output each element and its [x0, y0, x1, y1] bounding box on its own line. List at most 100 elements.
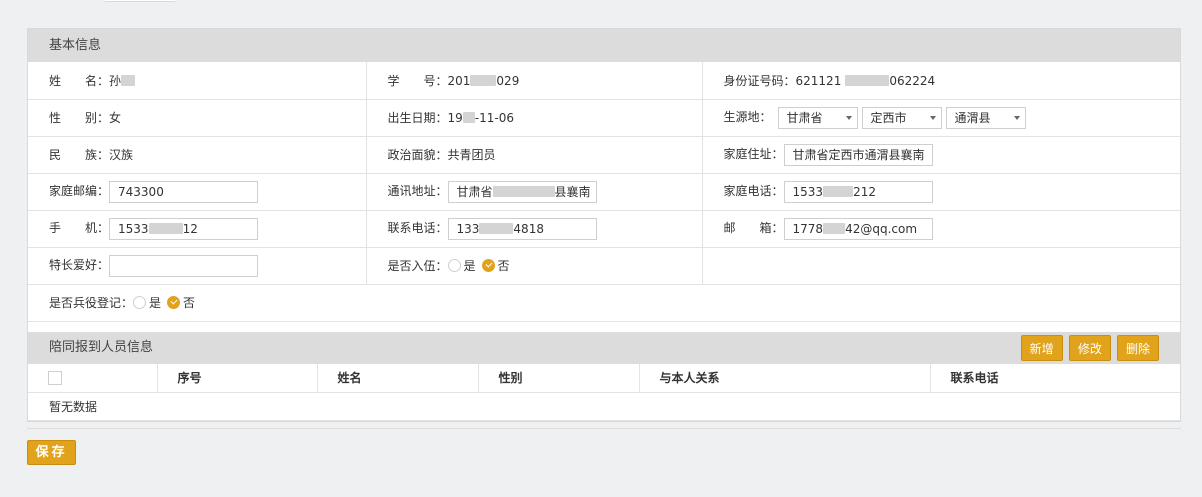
mobile-input[interactable]: 1533 12: [109, 217, 259, 240]
gender-label: 性 别：: [49, 111, 110, 125]
contact-phone-input[interactable]: 133 4818: [447, 217, 597, 240]
military-reg-no-radio[interactable]: [167, 296, 181, 309]
home-address-cell: 家庭住址： 甘肃省定西市通渭县襄南: [702, 136, 1182, 174]
id-card-prefix: 621121: [795, 73, 842, 88]
basic-info-header: 基本信息: [28, 29, 1180, 62]
home-address-label: 家庭住址：: [723, 147, 784, 161]
name-value: 孙: [109, 73, 122, 88]
companions-title: 陪同报到人员信息: [49, 339, 154, 355]
origin-label: 生源地：: [723, 110, 772, 124]
name-label: 姓 名：: [49, 73, 110, 88]
county-select[interactable]: 通渭县: [945, 106, 1026, 129]
enlisted-cell: 是否入伍： 是 否: [366, 247, 703, 285]
student-id-suffix: 029: [496, 73, 520, 88]
city-select[interactable]: 定西市: [861, 106, 942, 129]
birth-label: 出生日期：: [387, 111, 448, 125]
hobby-input[interactable]: [109, 254, 259, 277]
companions-header: 陪同报到人员信息 新增 修改 删除: [28, 331, 1180, 364]
edit-button[interactable]: 修改: [1068, 334, 1111, 361]
column-header[interactable]: 联系电话: [930, 363, 1182, 393]
military-reg-label: 是否兵役登记：: [49, 296, 134, 310]
home-phone-label: 家庭电话：: [723, 184, 784, 198]
gender-value: 女: [109, 111, 122, 125]
contact-phone-prefix: 133: [456, 221, 480, 236]
student-info-panel: 基本信息 姓 名：孙 学 号：201 029 身份证号码：621121 062224…: [27, 28, 1182, 422]
province-select[interactable]: 甘肃省: [777, 106, 858, 129]
military-reg-cell: 是否兵役登记： 是 否: [28, 284, 1182, 322]
mobile-cell: 手 机： 1533 12: [28, 210, 367, 248]
column-header[interactable]: 姓名: [317, 363, 479, 393]
province-select-value: 甘肃省: [786, 110, 823, 125]
delete-button[interactable]: 删除: [1116, 334, 1159, 361]
save-button[interactable]: 保存: [27, 440, 76, 465]
city-select-value: 定西市: [870, 110, 907, 125]
mail-address-label: 通讯地址：: [387, 184, 448, 198]
enlisted-label: 是否入伍：: [387, 259, 448, 273]
companions-table: 序号 姓名 性别 与本人关系 联系电话 暂无数据: [28, 363, 1182, 421]
military-reg-yes-radio[interactable]: [133, 296, 147, 309]
basic-info-table: 姓 名：孙 学 号：201 029 身份证号码：621121 062224 性 别：…: [28, 62, 1182, 322]
gender-cell: 性 别：女: [28, 99, 367, 137]
chevron-down-icon: [929, 115, 936, 120]
redaction-mask: [121, 74, 136, 86]
id-card-label: 身份证号码：: [723, 73, 796, 88]
empty-cell: [702, 247, 1182, 285]
political-value: 共青团员: [447, 148, 496, 162]
add-button[interactable]: 新增: [1020, 334, 1063, 361]
select-all-checkbox[interactable]: [48, 371, 62, 385]
email-suffix: 42@qq.com: [845, 221, 918, 236]
home-phone-input[interactable]: 1533 212: [783, 180, 933, 203]
ethnicity-cell: 民 族：汉族: [28, 136, 367, 174]
chevron-down-icon: [845, 115, 852, 120]
political-label: 政治面貌：: [387, 148, 448, 162]
origin-cell: 生源地： 甘肃省 定西市 通渭县: [702, 99, 1182, 137]
redaction-mask: [148, 222, 183, 234]
birth-suffix: -11-06: [474, 111, 514, 125]
email-label: 邮 箱：: [723, 221, 784, 235]
mail-address-input[interactable]: 甘肃省 县襄南: [447, 180, 597, 203]
birth-prefix: 19: [447, 111, 463, 125]
postcode-input[interactable]: 743300: [109, 180, 259, 203]
top-tab-stub: [105, 0, 175, 2]
redaction-mask: [823, 185, 854, 197]
enlisted-yes-radio[interactable]: [447, 259, 461, 272]
companions-actions: 新增 修改 删除: [1019, 334, 1159, 361]
email-cell: 邮 箱： 1778 42@qq.com: [702, 210, 1182, 248]
enlisted-no-radio[interactable]: [481, 259, 495, 272]
column-header[interactable]: 序号: [157, 363, 318, 393]
email-input[interactable]: 1778 42@qq.com: [783, 217, 933, 240]
postcode-cell: 家庭邮编： 743300: [28, 173, 367, 211]
enlisted-no-label: 否: [497, 259, 510, 273]
select-all-cell: [28, 363, 158, 393]
column-header[interactable]: 与本人关系: [639, 363, 931, 393]
ethnicity-value: 汉族: [109, 148, 134, 162]
mobile-suffix: 12: [182, 221, 198, 236]
companions-table-header: 序号 姓名 性别 与本人关系 联系电话: [28, 363, 1182, 393]
mobile-label: 手 机：: [49, 221, 110, 235]
redaction-mask: [479, 222, 514, 234]
enlisted-yes-label: 是: [463, 259, 476, 273]
mail-address-suffix: 县襄南: [554, 184, 591, 199]
contact-phone-label: 联系电话：: [387, 221, 448, 235]
divider: [27, 428, 1181, 429]
hobby-label: 特长爱好：: [49, 258, 110, 272]
id-card-cell: 身份证号码：621121 062224: [702, 62, 1182, 100]
county-select-value: 通渭县: [954, 110, 991, 125]
redaction-mask: [470, 74, 497, 86]
redaction-mask: [492, 185, 555, 197]
empty-row: 暂无数据: [28, 392, 1182, 421]
military-reg-no-label: 否: [183, 296, 196, 310]
name-cell: 姓 名：孙: [28, 62, 367, 100]
student-id-cell: 学 号：201 029: [366, 62, 703, 100]
ethnicity-label: 民 族：: [49, 148, 110, 162]
military-reg-yes-label: 是: [149, 296, 162, 310]
birth-cell: 出生日期：19 -11-06: [366, 99, 703, 137]
redaction-mask: [462, 112, 475, 123]
column-header[interactable]: 性别: [478, 363, 640, 393]
mail-address-prefix: 甘肃省: [456, 184, 493, 199]
political-cell: 政治面貌：共青团员: [366, 136, 703, 174]
hobby-cell: 特长爱好：: [28, 247, 367, 285]
home-address-input[interactable]: 甘肃省定西市通渭县襄南: [783, 143, 933, 166]
redaction-mask: [823, 222, 846, 234]
